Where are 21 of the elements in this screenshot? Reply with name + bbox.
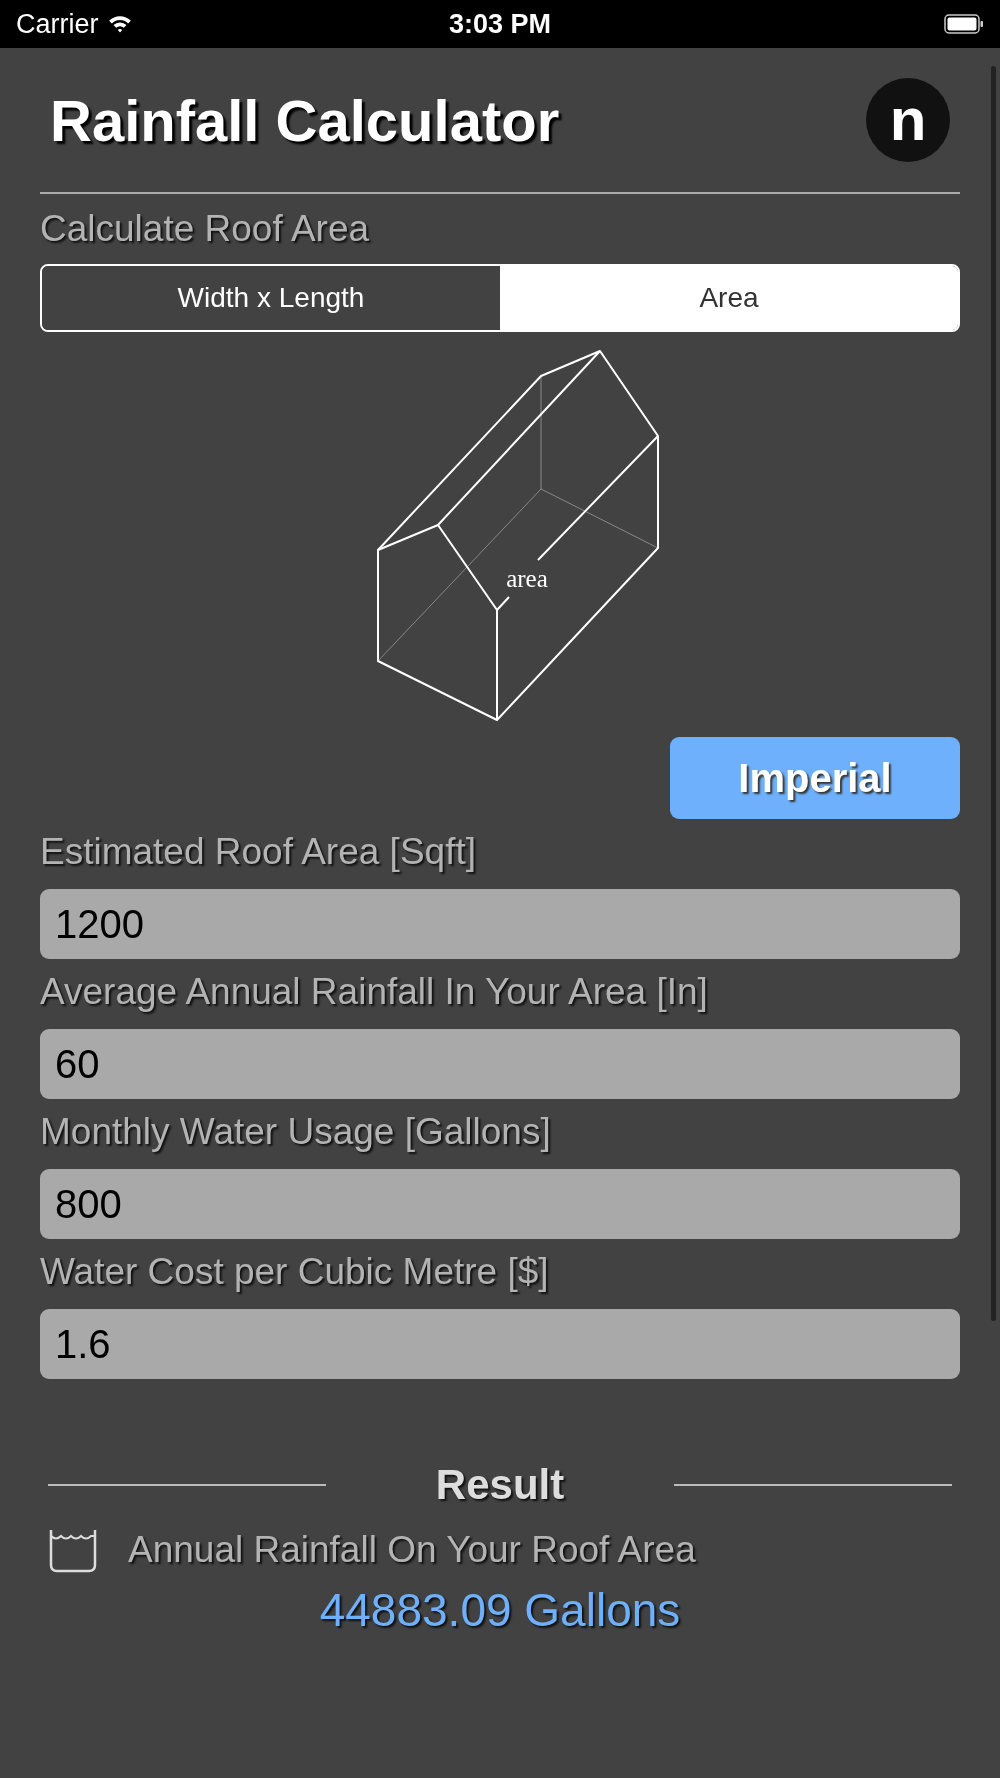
app-title: Rainfall Calculator	[50, 86, 560, 154]
input-field[interactable]: 800	[40, 1169, 960, 1239]
result-label: Annual Rainfall On Your Roof Area	[128, 1529, 696, 1571]
wifi-icon	[106, 14, 133, 34]
input-field[interactable]: 1200	[40, 889, 960, 959]
battery-icon	[944, 14, 984, 34]
container-icon	[48, 1527, 98, 1573]
field-label: Monthly Water Usage [Gallons]	[40, 1111, 552, 1153]
section-label: Calculate Roof Area	[40, 208, 371, 250]
area-label: area	[506, 565, 548, 592]
input-field[interactable]: 1.6	[40, 1309, 960, 1379]
result-heading: Result	[434, 1461, 566, 1509]
field-label: Estimated Roof Area [Sqft]	[40, 831, 477, 873]
input-field[interactable]: 60	[40, 1029, 960, 1099]
segment-tab[interactable]: Area	[500, 266, 958, 330]
field-label: Water Cost per Cubic Metre [$]	[40, 1251, 550, 1293]
logo-badge[interactable]: n	[866, 78, 950, 162]
clock-time: 3:03 PM	[449, 8, 551, 40]
field-label: Average Annual Rainfall In Your Area [In]	[40, 971, 709, 1013]
result-value: 44883.09 Gallons	[318, 1583, 682, 1637]
carrier-label: Carrier	[16, 8, 99, 40]
